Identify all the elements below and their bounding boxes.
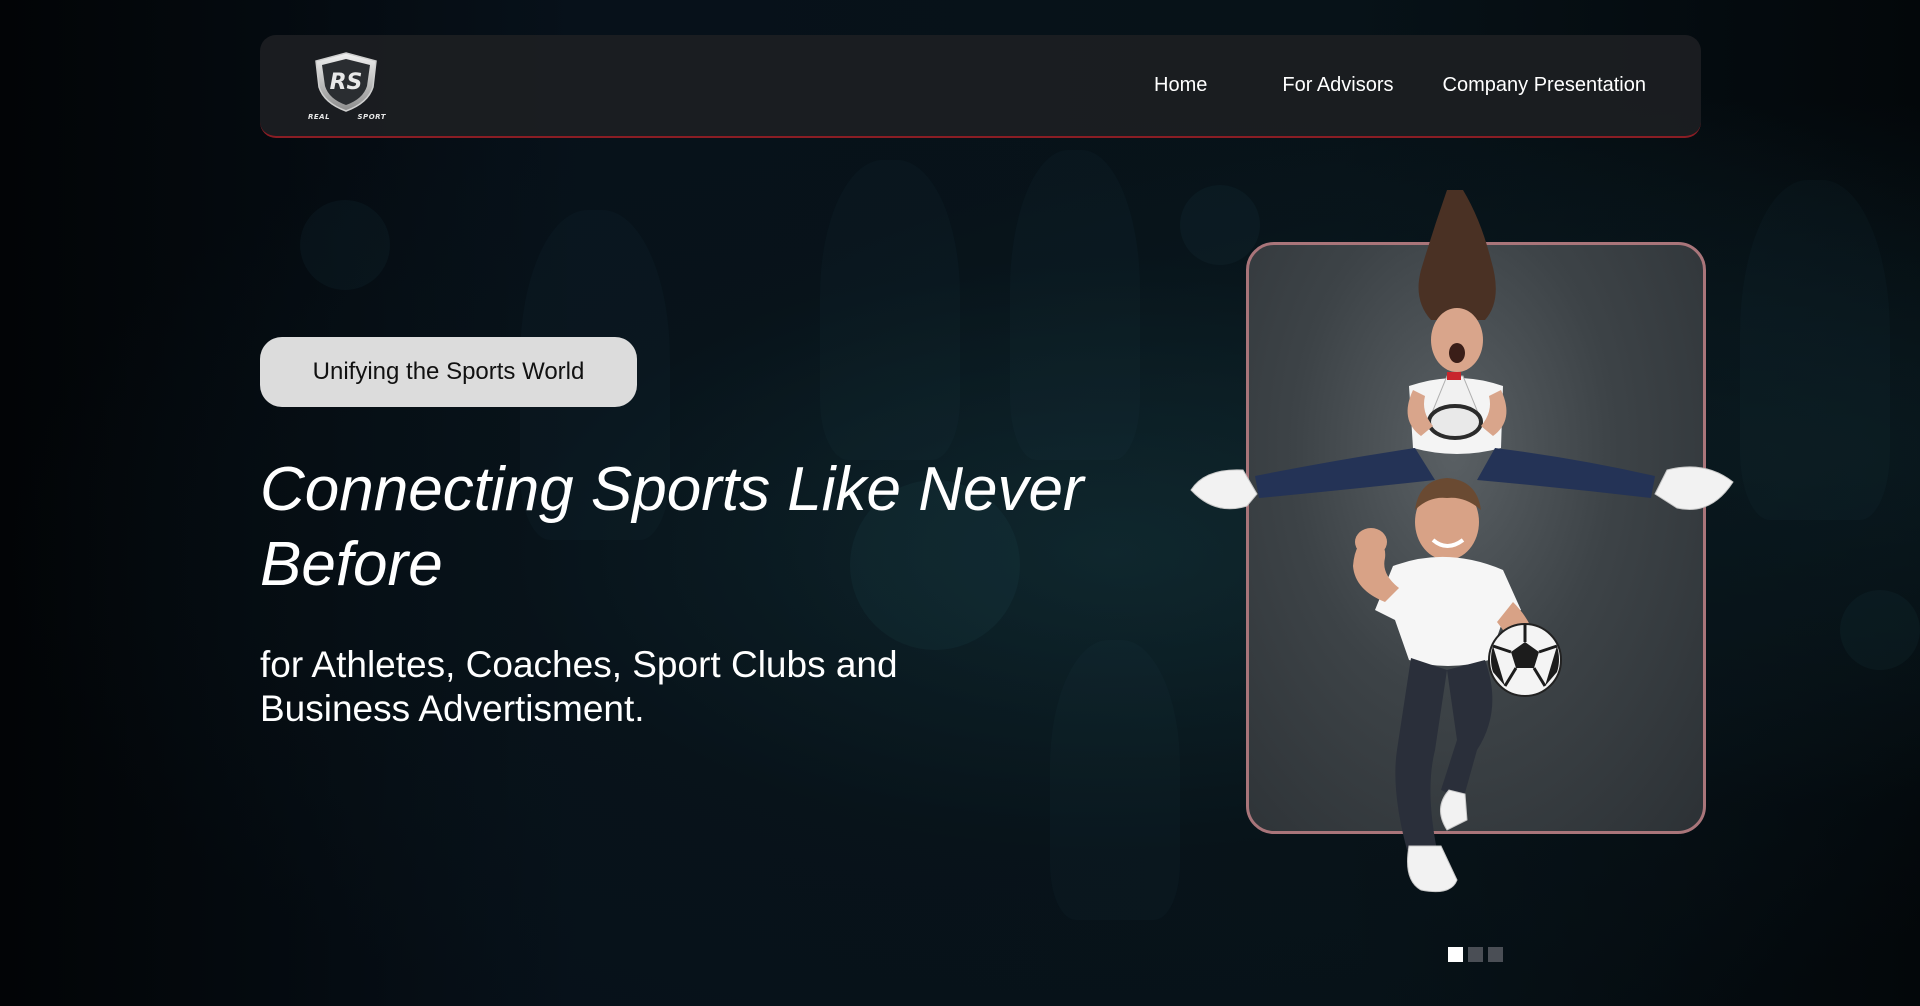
carousel-indicators [1448,947,1503,962]
logo-wordmark: REAL SPORT [308,113,386,121]
hero-headline: Connecting Sports Like Never Before [260,455,1084,599]
brand-logo[interactable]: RS REAL SPORT [308,51,385,121]
tagline-pill: Unifying the Sports World [260,337,637,407]
top-navbar: RS REAL SPORT Home For Advisors Company … [260,35,1701,138]
nav-link-home[interactable]: Home [1154,74,1207,97]
nav-link-company-presentation[interactable]: Company Presentation [1443,74,1646,97]
carousel-dot-3[interactable] [1488,947,1503,962]
shield-logo-icon: RS [315,51,377,112]
bg-athlete-silhouette [820,160,960,460]
bg-ball-decoration [300,200,390,290]
page: RS REAL SPORT Home For Advisors Company … [0,0,1920,1006]
logo-sub-right: SPORT [357,112,386,121]
carousel-dot-1[interactable] [1448,947,1463,962]
bg-ball-decoration [1840,590,1920,670]
hero-athletes-illustration [1190,190,1734,893]
main-nav: Home For Advisors Company Presentation [1154,74,1646,97]
soccer-ball-icon [1488,623,1562,697]
carousel-dot-2[interactable] [1468,947,1483,962]
logo-sub-left: REAL [308,112,331,121]
bg-athlete-silhouette [1010,150,1140,460]
bg-athlete-silhouette [1050,640,1180,920]
nav-link-for-advisors[interactable]: For Advisors [1282,74,1393,97]
bg-athlete-silhouette [1740,180,1890,520]
hero-subheadline: for Athletes, Coaches, Sport Clubs and B… [260,644,898,729]
logo-letters: RS [330,70,363,95]
